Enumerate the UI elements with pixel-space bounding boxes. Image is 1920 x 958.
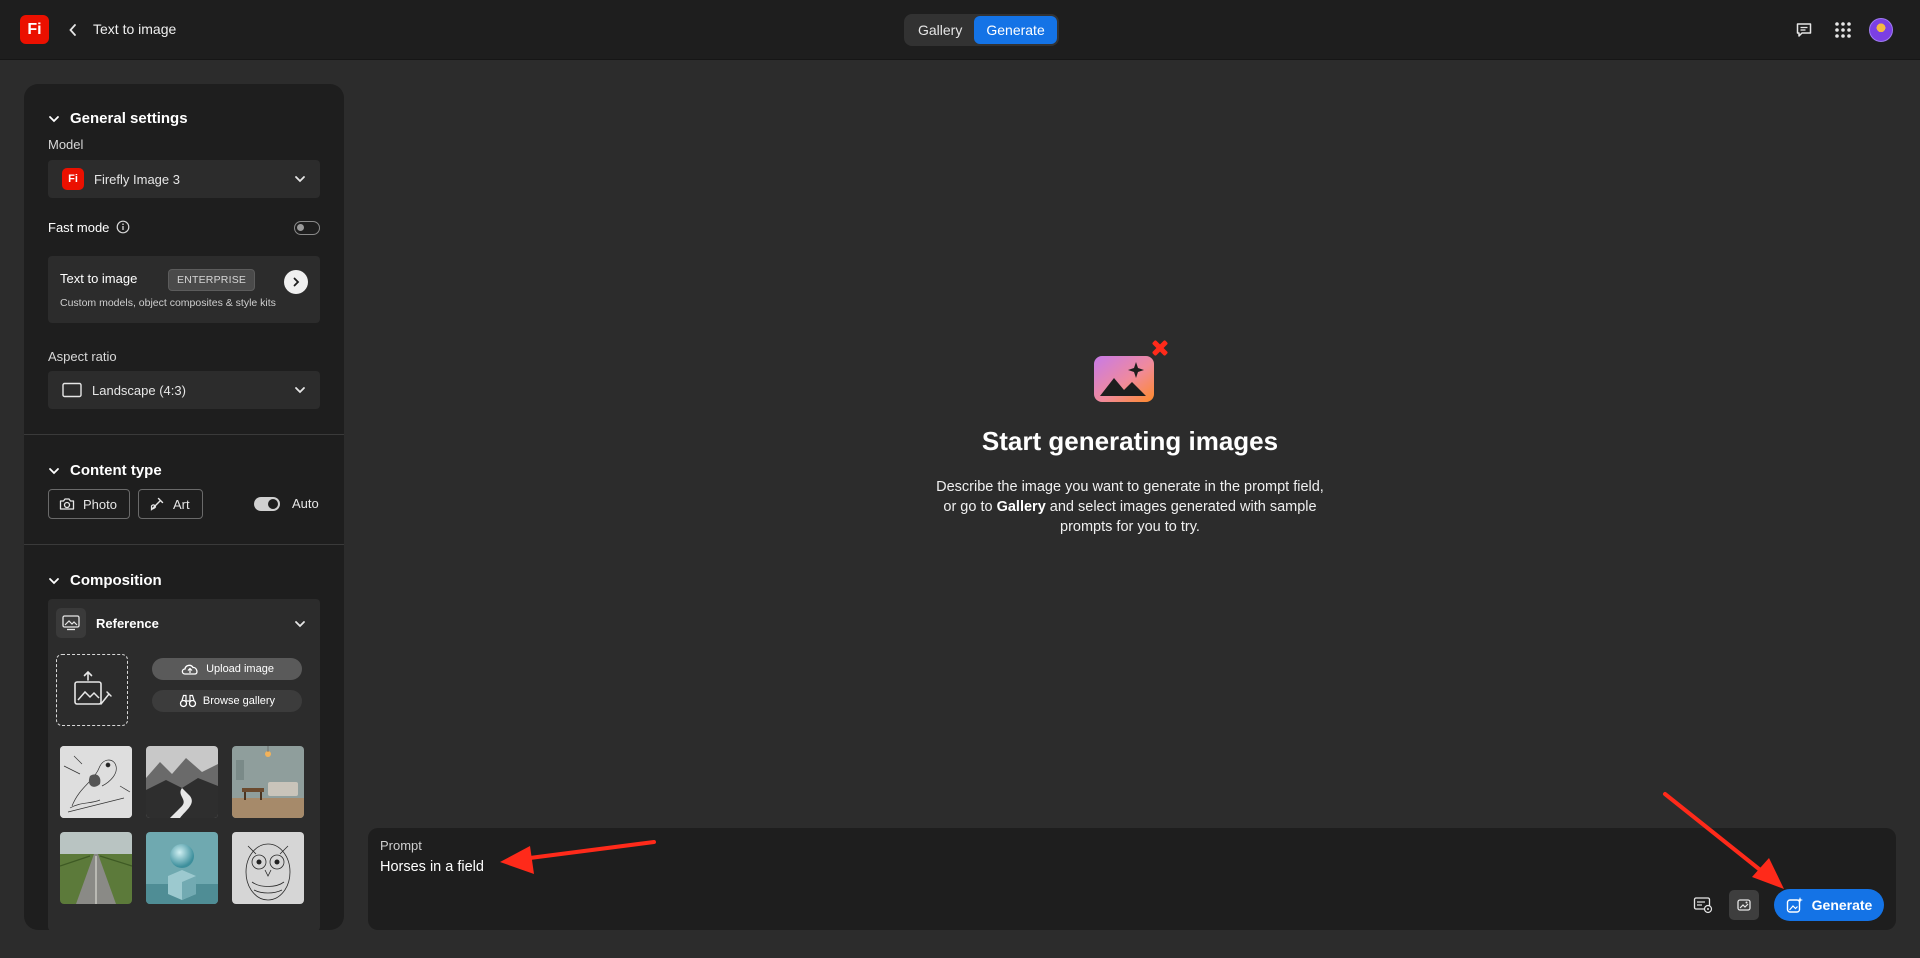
- enterprise-badge: ENTERPRISE: [168, 269, 256, 291]
- prompt-bar: Prompt Generate: [368, 828, 1896, 930]
- art-label: Art: [173, 496, 190, 512]
- apps-button[interactable]: [1831, 18, 1855, 42]
- binoculars-icon: [179, 694, 197, 708]
- general-settings-header[interactable]: General settings: [48, 110, 188, 127]
- fast-mode-label: Fast mode: [48, 220, 110, 235]
- reference-thumbnail-mountain-river[interactable]: [146, 746, 218, 818]
- brush-icon: [150, 497, 164, 511]
- promo-open-button[interactable]: [284, 270, 308, 294]
- fast-mode-toggle[interactable]: [294, 221, 320, 235]
- section-divider: [24, 544, 344, 545]
- chevron-right-icon: [293, 277, 300, 287]
- back-button[interactable]: [62, 18, 84, 42]
- empty-state-description: Describe the image you want to generate …: [930, 477, 1330, 537]
- cloud-upload-icon: [181, 664, 198, 675]
- chevron-down-icon: [295, 621, 305, 628]
- prompt-settings-button[interactable]: [1688, 890, 1718, 920]
- art-content-button[interactable]: Art: [138, 489, 203, 519]
- upload-image-icon: [74, 670, 112, 705]
- enterprise-promo-card[interactable]: Text to image ENTERPRISE Custom models, …: [48, 256, 320, 323]
- section-divider: [24, 434, 344, 435]
- prompt-input[interactable]: [380, 855, 1380, 879]
- image-dropzone[interactable]: [56, 654, 128, 726]
- chevron-left-icon: [69, 24, 76, 36]
- mode-switcher: Gallery Generate: [904, 14, 1059, 46]
- section-title: Content type: [70, 462, 162, 479]
- reference-thumbnail-living-room[interactable]: [232, 746, 304, 818]
- promo-title: Text to image: [60, 271, 138, 286]
- chevron-down-icon: [49, 467, 59, 474]
- reference-thumbnail-road[interactable]: [60, 832, 132, 904]
- reference-panel: Reference Upload image Browse gallery: [48, 599, 320, 930]
- info-icon[interactable]: [116, 220, 130, 234]
- browse-gallery-button[interactable]: Browse gallery: [152, 690, 302, 712]
- aspect-ratio-select[interactable]: Landscape (4:3): [48, 371, 320, 409]
- page-title: Text to image: [93, 21, 177, 37]
- upload-image-button[interactable]: Upload image: [152, 658, 302, 680]
- prompt-label: Prompt: [380, 838, 422, 853]
- style-reference-button[interactable]: [1729, 890, 1759, 920]
- reference-icon: [56, 608, 86, 638]
- browse-gallery-label: Browse gallery: [202, 695, 276, 707]
- app-grid-icon: [1835, 22, 1851, 38]
- chevron-down-icon: [49, 115, 59, 122]
- camera-icon: [59, 498, 75, 510]
- description-text: and select images generated with sample …: [1045, 499, 1317, 535]
- section-title: Composition: [70, 572, 162, 589]
- photo-content-button[interactable]: Photo: [48, 489, 130, 519]
- generate-button[interactable]: Generate: [1774, 889, 1884, 921]
- promo-subtitle: Custom models, object composites & style…: [60, 297, 276, 309]
- model-label: Model: [48, 137, 84, 152]
- upload-image-label: Upload image: [206, 663, 274, 675]
- tab-gallery[interactable]: Gallery: [906, 16, 974, 44]
- tab-generate[interactable]: Generate: [974, 16, 1057, 44]
- chevron-down-icon: [49, 577, 59, 584]
- image-generation-illustration-icon: [1092, 338, 1172, 406]
- chevron-down-icon: [295, 387, 305, 394]
- model-select[interactable]: Fi Firefly Image 3: [48, 160, 320, 198]
- composition-header[interactable]: Composition: [48, 572, 162, 589]
- generate-label: Generate: [1811, 897, 1873, 913]
- chat-bubble-icon: [1796, 23, 1812, 37]
- firefly-logo[interactable]: Fi: [20, 15, 49, 44]
- aspect-ratio-label: Aspect ratio: [48, 349, 117, 364]
- reference-thumbnail-bird-sketch[interactable]: [60, 746, 132, 818]
- gallery-link-text[interactable]: Gallery: [997, 499, 1046, 515]
- settings-sidebar: General settings Model Fi Firefly Image …: [24, 84, 344, 930]
- landscape-ratio-icon: [62, 382, 82, 398]
- content-type-header[interactable]: Content type: [48, 462, 162, 479]
- top-bar: Fi Text to image Gallery Generate: [0, 0, 1920, 60]
- auto-label: Auto: [292, 496, 319, 511]
- image-sparkle-icon: [1737, 899, 1751, 911]
- user-avatar[interactable]: [1869, 18, 1893, 42]
- chevron-down-icon: [295, 176, 305, 183]
- reference-thumbnail-owl-sketch[interactable]: [232, 832, 304, 904]
- reference-title: Reference: [96, 616, 159, 631]
- firefly-model-icon: Fi: [62, 168, 84, 190]
- section-title: General settings: [70, 110, 188, 127]
- reference-thumbnail-sphere-cube[interactable]: [146, 832, 218, 904]
- feedback-button[interactable]: [1792, 18, 1816, 42]
- generate-sparkle-icon: [1786, 897, 1803, 913]
- empty-state-title: Start generating images: [981, 426, 1279, 456]
- auto-toggle[interactable]: [254, 497, 280, 511]
- image-settings-icon: [1693, 897, 1713, 914]
- aspect-ratio-value: Landscape (4:3): [92, 382, 186, 398]
- model-value: Firefly Image 3: [94, 171, 180, 187]
- reference-collapse-button[interactable]: [294, 617, 306, 635]
- photo-label: Photo: [83, 496, 117, 512]
